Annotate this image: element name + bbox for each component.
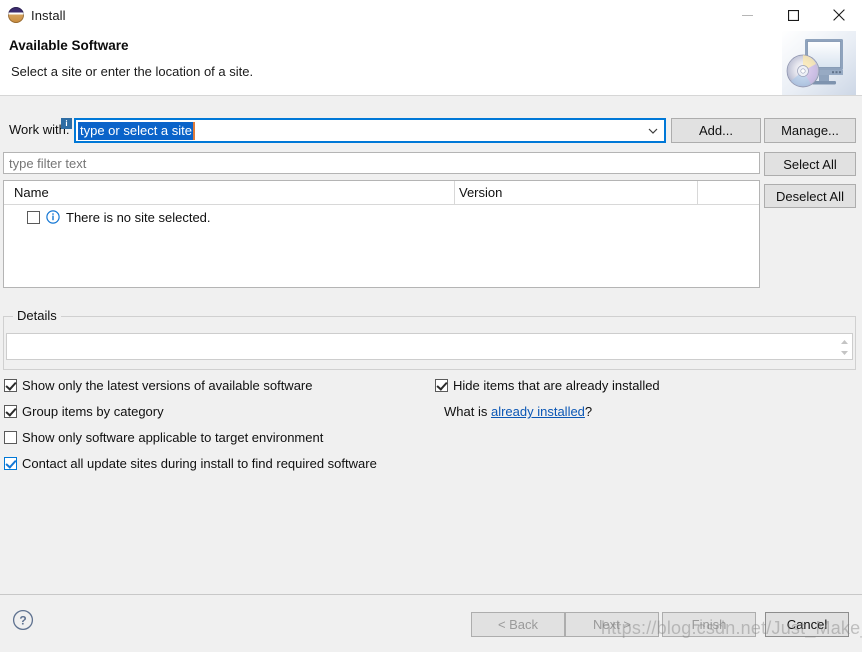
- triangle-up-icon[interactable]: [840, 339, 849, 345]
- help-button[interactable]: ?: [12, 609, 34, 631]
- page-title: Available Software: [9, 38, 129, 53]
- already-installed-link[interactable]: already installed: [491, 404, 585, 419]
- window-title: Install: [31, 7, 66, 23]
- finish-button[interactable]: Finish: [662, 612, 756, 637]
- option-checkbox[interactable]: [4, 379, 17, 392]
- option-label: Contact all update sites during install …: [22, 456, 377, 471]
- close-icon: [833, 9, 845, 21]
- option-checkbox[interactable]: [4, 457, 17, 470]
- maximize-icon: [787, 9, 799, 21]
- what-is-prefix: What is: [444, 404, 491, 419]
- option-label: Hide items that are already installed: [453, 378, 660, 393]
- column-separator[interactable]: [697, 181, 698, 204]
- window-controls: [724, 0, 862, 30]
- row-checkbox[interactable]: [27, 210, 40, 224]
- column-separator[interactable]: [454, 181, 455, 204]
- add-site-button[interactable]: Add...: [671, 118, 761, 143]
- available-software-table[interactable]: Name Version There is no site selected.: [3, 180, 760, 288]
- details-group: Details: [3, 308, 856, 370]
- cancel-button[interactable]: Cancel: [765, 612, 849, 637]
- page-subtitle: Select a site or enter the location of a…: [11, 64, 254, 79]
- column-header-name[interactable]: Name: [14, 185, 49, 200]
- details-legend: Details: [13, 308, 61, 323]
- chevron-down-icon[interactable]: [648, 128, 658, 134]
- svg-text:?: ?: [19, 613, 26, 627]
- title-bar-left: Install: [0, 7, 66, 23]
- dialog-body: Work with: i type or select a site Add..…: [0, 96, 862, 589]
- option-hide-installed-items[interactable]: Hide items that are already installed: [435, 378, 660, 393]
- details-scrollbar[interactable]: [838, 336, 850, 359]
- what-is-already-installed: What is already installed?: [444, 404, 592, 419]
- option-label: Show only software applicable to target …: [22, 430, 324, 445]
- title-bar: Install: [0, 0, 862, 30]
- option-contact-all-update-sites[interactable]: Contact all update sites during install …: [4, 456, 377, 471]
- option-show-latest-versions[interactable]: Show only the latest versions of availab…: [4, 378, 313, 393]
- option-label: Show only the latest versions of availab…: [22, 378, 313, 393]
- install-monitor-disc-icon: [782, 31, 856, 95]
- option-checkbox[interactable]: [435, 379, 448, 392]
- close-button[interactable]: [816, 0, 862, 30]
- eclipse-icon: [8, 7, 24, 23]
- work-with-row: Work with: i type or select a site Add..…: [0, 118, 862, 144]
- option-checkbox[interactable]: [4, 431, 17, 444]
- minimize-icon: [741, 14, 753, 16]
- info-circle-icon: [46, 210, 60, 224]
- back-button[interactable]: < Back: [471, 612, 565, 637]
- filter-input[interactable]: [3, 152, 760, 174]
- work-with-input[interactable]: type or select a site: [78, 121, 195, 140]
- wizard-header: Available Software Select a site or ente…: [0, 30, 862, 95]
- select-all-button[interactable]: Select All: [764, 152, 856, 176]
- triangle-down-icon[interactable]: [840, 350, 849, 356]
- option-group-by-category[interactable]: Group items by category: [4, 404, 164, 419]
- manage-sites-button[interactable]: Manage...: [764, 118, 856, 143]
- details-text-area[interactable]: [6, 333, 853, 360]
- deselect-all-button[interactable]: Deselect All: [764, 184, 856, 208]
- minimize-button[interactable]: [724, 0, 770, 30]
- option-applicable-to-target[interactable]: Show only software applicable to target …: [4, 430, 323, 445]
- table-row[interactable]: There is no site selected.: [4, 205, 759, 229]
- maximize-button[interactable]: [770, 0, 816, 30]
- row-label-name: There is no site selected.: [66, 209, 211, 225]
- column-header-version[interactable]: Version: [459, 185, 502, 200]
- next-button[interactable]: Next >: [565, 612, 659, 637]
- work-with-combo[interactable]: type or select a site: [74, 118, 666, 143]
- info-badge-icon: i: [61, 118, 72, 129]
- option-label: Group items by category: [22, 404, 164, 419]
- table-header: Name Version: [4, 181, 759, 205]
- what-is-suffix: ?: [584, 404, 593, 419]
- option-checkbox[interactable]: [4, 405, 17, 418]
